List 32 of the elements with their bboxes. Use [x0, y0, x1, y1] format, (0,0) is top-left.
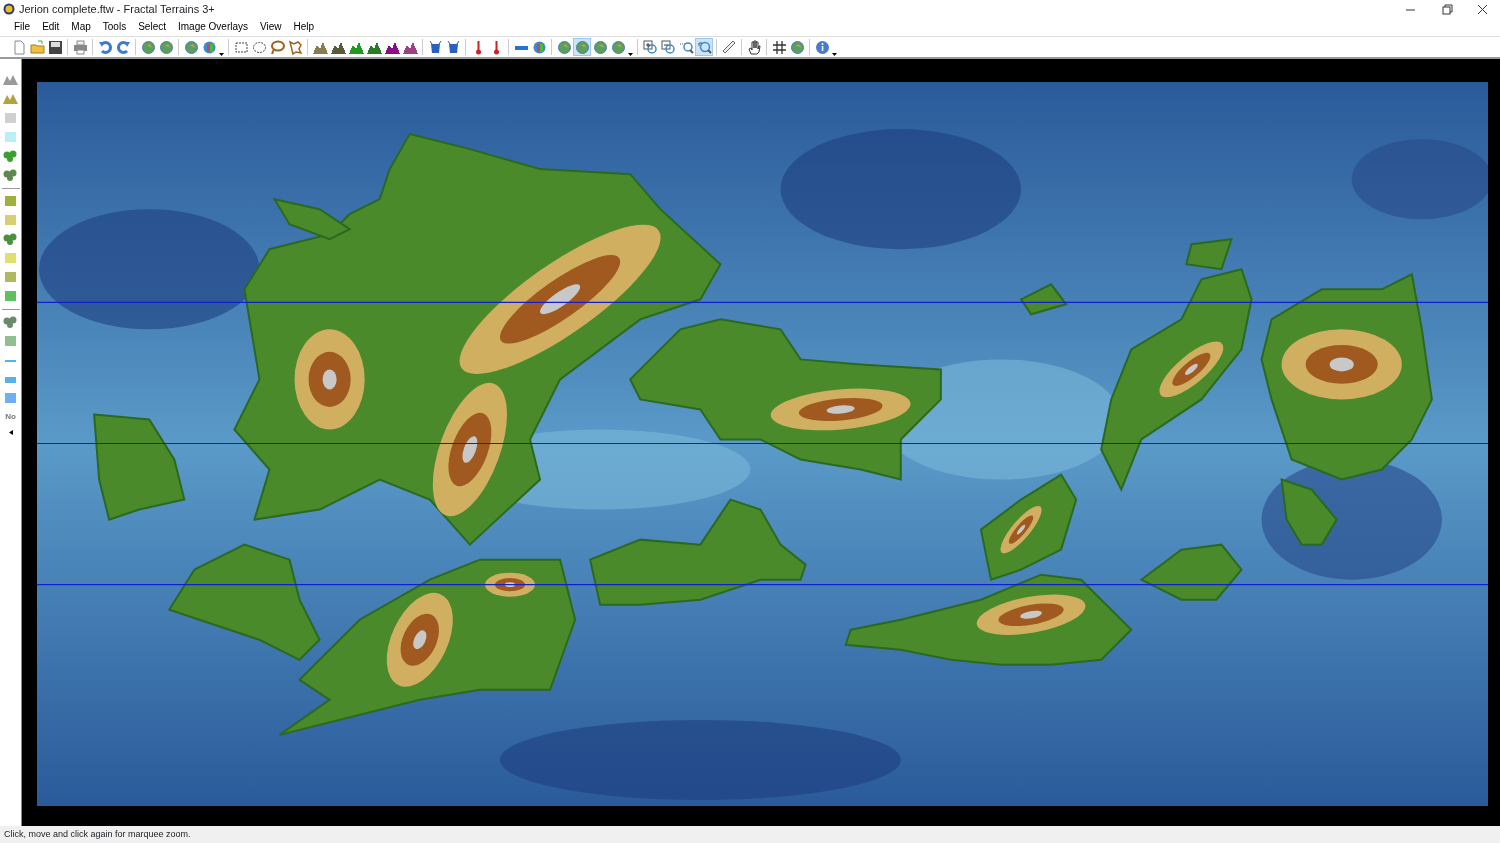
grid-icon[interactable] — [770, 38, 788, 56]
zoom-icon[interactable] — [695, 38, 713, 56]
polygon-lasso-icon[interactable] — [286, 38, 304, 56]
printer-icon[interactable] — [71, 38, 89, 56]
menu-item[interactable]: Map — [65, 18, 97, 36]
globe-icon[interactable] — [609, 38, 627, 56]
menu-item[interactable]: Help — [287, 18, 321, 36]
globe-icon[interactable] — [555, 38, 573, 56]
redo-icon[interactable] — [114, 38, 132, 56]
globe-icon[interactable] — [573, 38, 591, 56]
menu-item[interactable]: View — [254, 18, 288, 36]
menu-item[interactable]: Edit — [36, 18, 66, 36]
info-icon[interactable] — [813, 38, 831, 56]
menu-item[interactable]: File — [8, 18, 37, 36]
zoom-in-icon[interactable] — [641, 38, 659, 56]
status-text: Click, move and click again for marquee zoom. — [4, 829, 191, 839]
lasso-icon[interactable] — [268, 38, 286, 56]
menu-item[interactable]: Image Overlays — [171, 18, 254, 36]
none-tool[interactable]: No — [1, 408, 20, 426]
window-title: Jerion complete.ftw - Fractal Terrains 3+ — [19, 1, 216, 17]
globe-icon[interactable] — [157, 38, 175, 56]
save-icon[interactable] — [46, 38, 64, 56]
zoom-out-icon[interactable] — [659, 38, 677, 56]
globe-icon[interactable] — [591, 38, 609, 56]
globe-icon[interactable] — [182, 38, 200, 56]
globe-icon[interactable] — [788, 38, 806, 56]
ruler-icon[interactable] — [720, 38, 738, 56]
globe-icon[interactable] — [139, 38, 157, 56]
menu-item[interactable]: Select — [132, 18, 172, 36]
menu-item[interactable]: Tools — [96, 18, 133, 36]
app-logo-icon — [3, 3, 15, 15]
undo-icon[interactable] — [96, 38, 114, 56]
